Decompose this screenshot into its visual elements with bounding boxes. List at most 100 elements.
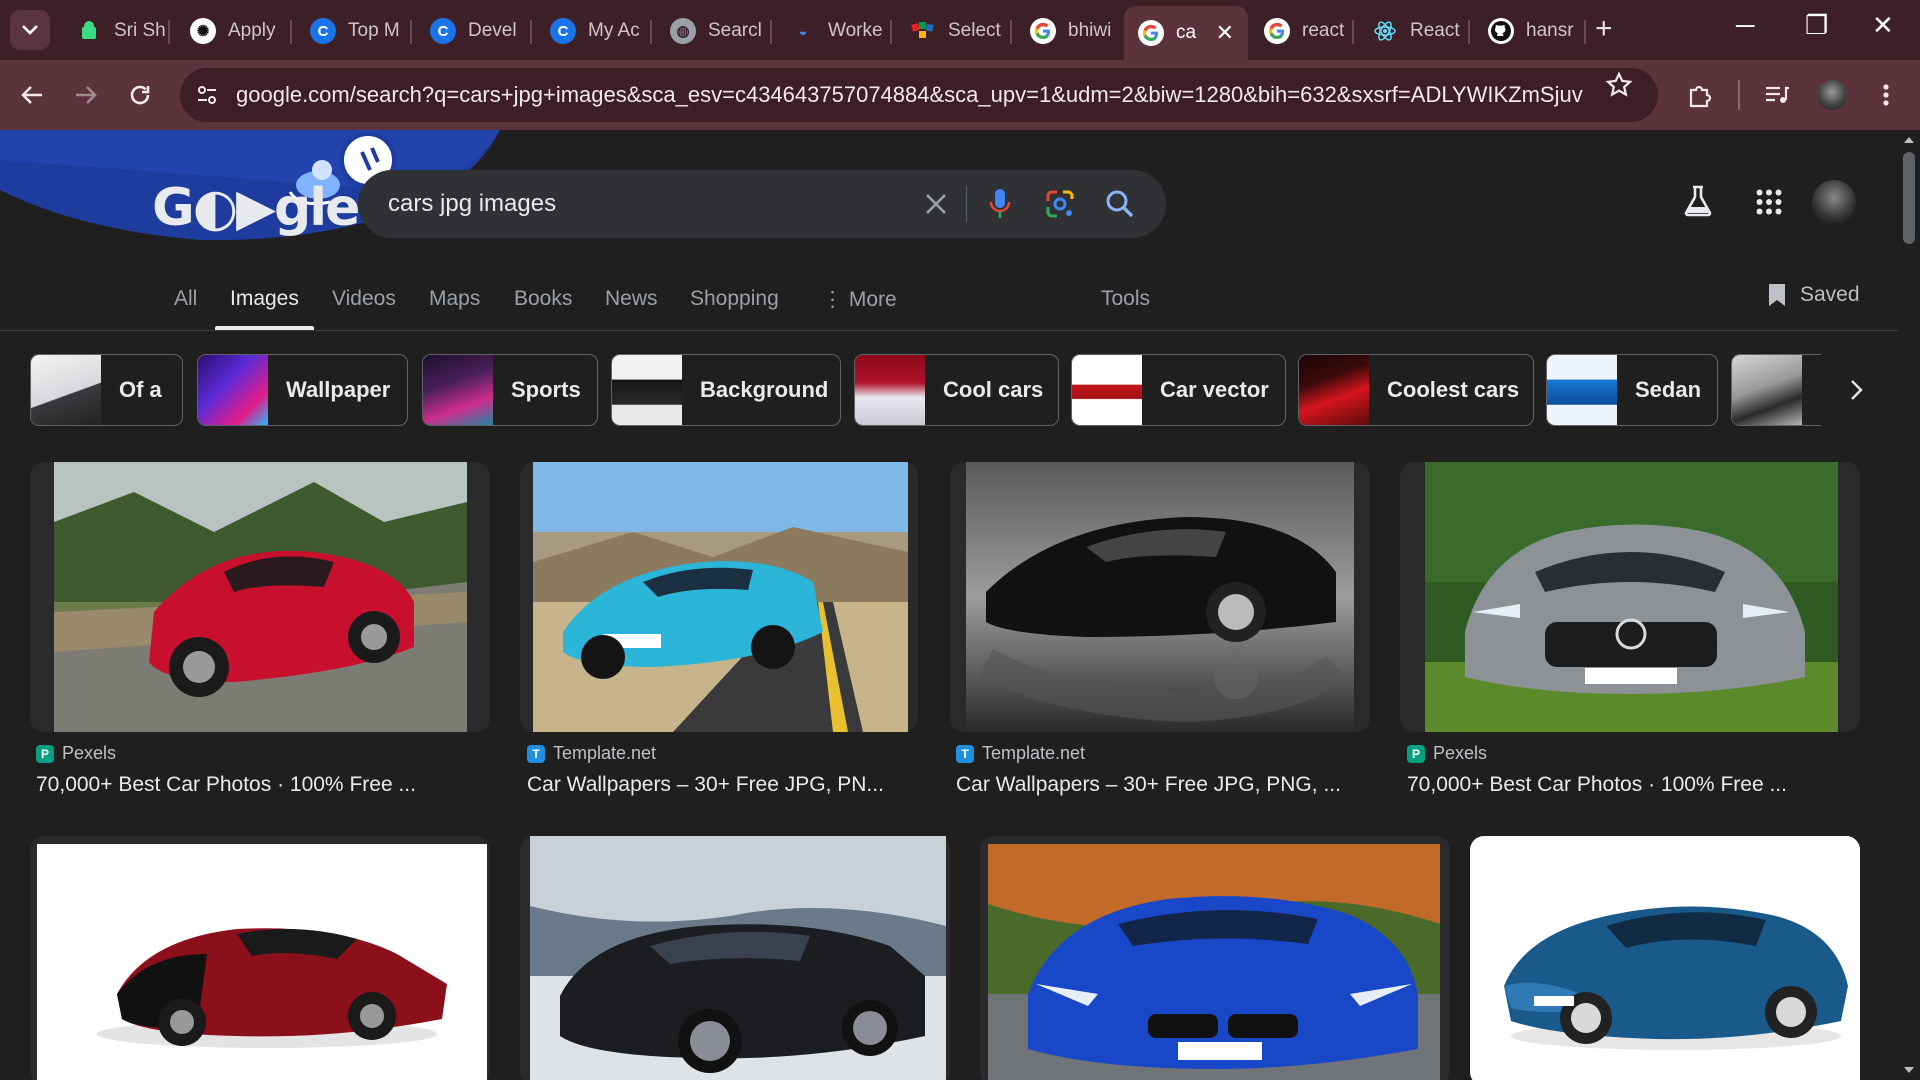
tools-button[interactable]: Tools xyxy=(1101,287,1150,311)
clear-search-icon[interactable] xyxy=(918,186,954,222)
result-source[interactable]: P Pexels xyxy=(36,743,116,764)
nav-tab-maps[interactable]: Maps xyxy=(429,287,480,311)
tab-top-m[interactable]: C Top M xyxy=(296,10,412,52)
filter-chip[interactable]: Sports xyxy=(422,354,598,426)
search-box[interactable]: cars jpg images xyxy=(358,170,1166,238)
tab-hansr[interactable]: hansr xyxy=(1474,10,1586,52)
tab-label: My Ac xyxy=(588,20,640,41)
close-tab-icon[interactable]: ✕ xyxy=(1216,20,1234,46)
close-window-icon[interactable]: ✕ xyxy=(1872,10,1894,41)
openai-icon: ✺ xyxy=(190,18,216,44)
result-image[interactable] xyxy=(1476,836,1860,1080)
search-input[interactable]: cars jpg images xyxy=(388,190,556,218)
template-net-favicon-icon: T xyxy=(956,744,974,763)
tab-label: bhiwi xyxy=(1068,20,1112,41)
site-info-icon[interactable] xyxy=(180,68,234,122)
media-control-icon[interactable] xyxy=(1759,77,1795,113)
nav-tab-shopping[interactable]: Shopping xyxy=(690,287,779,311)
lens-search-icon[interactable] xyxy=(1042,186,1078,222)
result-title[interactable]: 70,000+ Best Car Photos · 100% Free ... xyxy=(36,773,416,797)
forward-button[interactable] xyxy=(68,77,104,113)
chip-thumbnail xyxy=(1732,355,1802,425)
voice-search-icon[interactable] xyxy=(982,186,1018,222)
tab-worke[interactable]: ◒ Worke xyxy=(776,10,892,52)
search-submit-icon[interactable] xyxy=(1102,186,1138,222)
tab-cars-active[interactable]: ca ✕ xyxy=(1124,6,1248,60)
black-supercar-image xyxy=(966,462,1354,732)
tab-my-ac[interactable]: C My Ac xyxy=(536,10,652,52)
reload-button[interactable] xyxy=(122,77,158,113)
bookmark-star-icon[interactable] xyxy=(1605,71,1633,104)
nav-tab-images[interactable]: Images xyxy=(230,287,299,311)
nav-tab-videos[interactable]: Videos xyxy=(332,287,396,311)
result-source[interactable]: T Template.net xyxy=(527,743,656,764)
filter-chip[interactable]: Of a xyxy=(30,354,183,426)
filter-chip[interactable]: Sedan xyxy=(1546,354,1718,426)
nav-tab-books[interactable]: Books xyxy=(514,287,572,311)
result-title[interactable]: 70,000+ Best Car Photos · 100% Free ... xyxy=(1407,773,1787,797)
address-bar[interactable]: google.com/search?q=cars+jpg+images&sca_… xyxy=(180,68,1658,122)
github-icon xyxy=(1488,18,1514,44)
result-image[interactable] xyxy=(966,462,1354,732)
chips-scroll-right-button[interactable] xyxy=(1836,370,1876,410)
tab-label: Sri Sh xyxy=(114,20,166,41)
profile-avatar[interactable] xyxy=(1814,77,1850,113)
chip-label: Of a xyxy=(119,377,162,402)
google-logo[interactable]: G◐▶gle xyxy=(152,178,360,238)
filter-chip[interactable]: Background xyxy=(611,354,841,426)
nav-tab-news[interactable]: News xyxy=(605,287,658,311)
scrollbar-thumb[interactable] xyxy=(1903,152,1915,244)
result-image[interactable] xyxy=(533,462,908,732)
red-sports-car-image xyxy=(54,462,467,732)
tab-search-button[interactable] xyxy=(10,10,50,50)
back-button[interactable] xyxy=(14,77,50,113)
reload-icon xyxy=(130,85,150,105)
filter-chip[interactable]: Su xyxy=(1731,354,1821,426)
filter-chip[interactable]: Coolest cars xyxy=(1298,354,1534,426)
google-icon xyxy=(1138,20,1164,46)
result-title[interactable]: Car Wallpapers – 30+ Free JPG, PN... xyxy=(527,773,884,797)
search-labs-icon[interactable] xyxy=(1683,185,1713,222)
search-divider xyxy=(966,186,967,222)
browser-toolbar: google.com/search?q=cars+jpg+images&sca_… xyxy=(0,60,1920,130)
scroll-up-icon[interactable] xyxy=(1903,136,1915,144)
page-scrollbar[interactable] xyxy=(1898,130,1920,1080)
saved-button[interactable]: Saved xyxy=(1766,282,1860,308)
result-image[interactable] xyxy=(37,844,487,1080)
tab-bhiwi[interactable]: bhiwi xyxy=(1016,10,1124,52)
result-image[interactable] xyxy=(54,462,467,732)
result-title[interactable]: Car Wallpapers – 30+ Free JPG, PNG, ... xyxy=(956,773,1341,797)
chip-thumbnail xyxy=(423,355,493,425)
tab-label: ca xyxy=(1176,22,1197,43)
result-image[interactable] xyxy=(988,844,1440,1080)
filter-chip[interactable]: Wallpaper xyxy=(197,354,408,426)
chip-thumbnail xyxy=(198,355,268,425)
more-label: More xyxy=(848,288,897,311)
restore-icon[interactable]: ❐ xyxy=(1805,10,1828,41)
scroll-down-icon[interactable] xyxy=(1903,1066,1915,1074)
result-image[interactable] xyxy=(1425,462,1838,732)
account-avatar[interactable] xyxy=(1812,180,1856,224)
tab-label: Searcl xyxy=(708,20,762,41)
blue-bmw-image xyxy=(988,844,1440,1080)
nav-tab-more[interactable]: ⋮ More xyxy=(822,287,897,312)
tab-select[interactable]: Select xyxy=(896,10,1012,52)
filter-chip[interactable]: Car vector xyxy=(1071,354,1286,426)
tab-sri-sh[interactable]: Sri Sh xyxy=(62,10,170,52)
google-apps-icon[interactable] xyxy=(1756,189,1782,220)
filter-chip[interactable]: Cool cars xyxy=(854,354,1059,426)
extensions-icon[interactable] xyxy=(1682,77,1718,113)
tab-react[interactable]: React xyxy=(1358,10,1470,52)
result-source[interactable]: T Template.net xyxy=(956,743,1085,764)
tab-apply[interactable]: ✺ Apply xyxy=(176,10,292,52)
tab-search[interactable]: ◍ Searcl xyxy=(656,10,772,52)
tab-react-search[interactable]: react xyxy=(1250,10,1354,52)
new-tab-icon[interactable]: + xyxy=(1595,12,1613,46)
result-image[interactable] xyxy=(530,836,946,1080)
browser-menu-icon[interactable] xyxy=(1868,77,1904,113)
result-source[interactable]: P Pexels xyxy=(1407,743,1487,764)
tab-devel[interactable]: C Devel xyxy=(416,10,532,52)
nav-tab-all[interactable]: All xyxy=(174,287,197,311)
minimize-icon[interactable]: ─ xyxy=(1736,10,1754,41)
google-icon xyxy=(1030,18,1056,44)
